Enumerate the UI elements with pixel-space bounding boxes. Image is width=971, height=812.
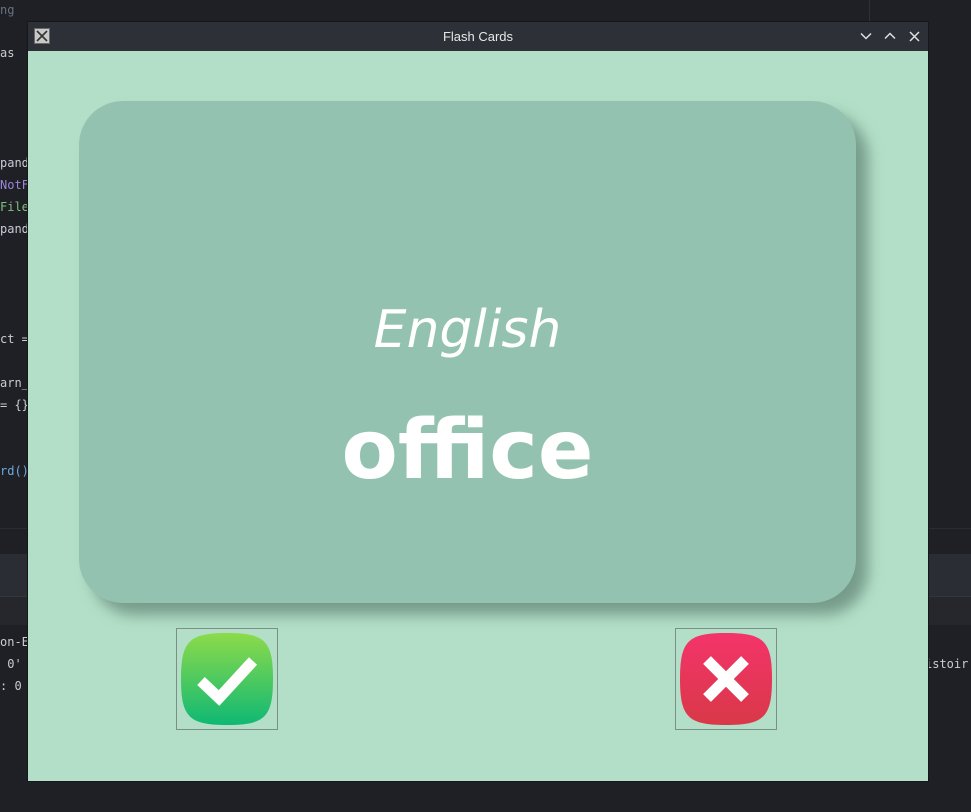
flash-cards-window: Flash Cards English office	[28, 22, 928, 781]
card-language: English	[373, 300, 562, 360]
code-line: pand	[0, 156, 29, 170]
code-line: ng	[0, 3, 15, 17]
terminal-line: 0'	[0, 657, 22, 671]
checkmark-icon	[181, 633, 273, 725]
unknown-button[interactable]	[675, 628, 777, 730]
minimize-button[interactable]	[859, 29, 873, 43]
window-title: Flash Cards	[442, 29, 514, 44]
code-line: rd()	[0, 464, 29, 478]
card-word: office	[341, 403, 594, 498]
cross-icon	[680, 633, 772, 725]
close-button[interactable]	[907, 29, 921, 43]
code-line: arn_	[0, 376, 29, 390]
known-button[interactable]	[176, 628, 278, 730]
code-line: File	[0, 200, 29, 214]
flash-card: English office	[79, 101, 856, 603]
chevron-up-icon	[884, 32, 896, 40]
code-line: = {}	[0, 398, 29, 412]
code-line: as	[0, 46, 15, 60]
chevron-down-icon	[860, 32, 872, 40]
terminal-line: on-E	[0, 635, 29, 649]
terminal-line: : 0	[0, 679, 22, 693]
terminal-line: istoir	[925, 657, 969, 671]
code-line: NotF	[0, 178, 29, 192]
maximize-button[interactable]	[883, 29, 897, 43]
window-titlebar[interactable]: Flash Cards	[28, 22, 928, 51]
code-line: pand	[0, 222, 29, 236]
code-line: ct =	[0, 332, 29, 346]
close-icon	[908, 30, 920, 42]
